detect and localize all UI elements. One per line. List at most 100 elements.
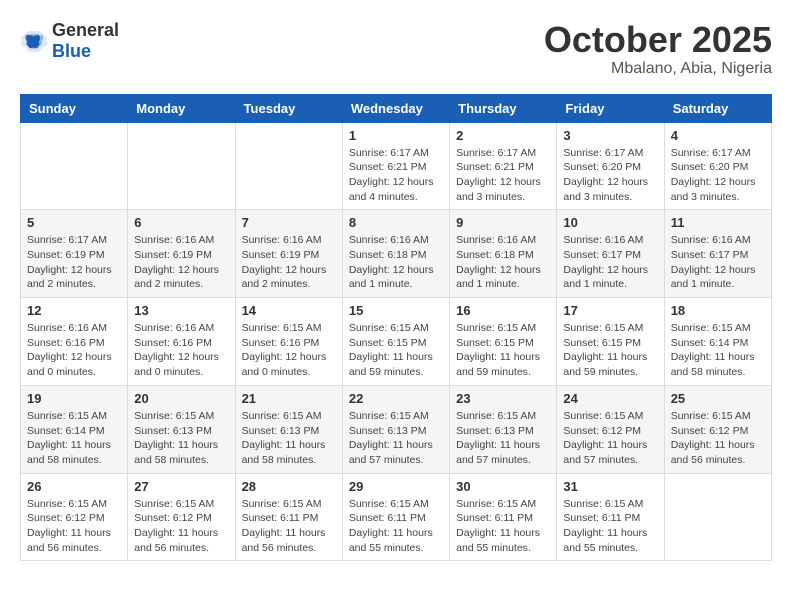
- day-info: Sunrise: 6:16 AMSunset: 6:16 PMDaylight:…: [27, 321, 121, 380]
- day-info: Sunrise: 6:15 AMSunset: 6:11 PMDaylight:…: [242, 497, 336, 556]
- day-number: 31: [563, 479, 657, 494]
- col-saturday: Saturday: [664, 94, 771, 122]
- day-info: Sunrise: 6:17 AMSunset: 6:19 PMDaylight:…: [27, 233, 121, 292]
- day-cell-8: 8Sunrise: 6:16 AMSunset: 6:18 PMDaylight…: [342, 210, 449, 298]
- empty-cell: [128, 122, 235, 210]
- day-number: 30: [456, 479, 550, 494]
- weekday-row: Sunday Monday Tuesday Wednesday Thursday…: [21, 94, 772, 122]
- day-info: Sunrise: 6:15 AMSunset: 6:15 PMDaylight:…: [349, 321, 443, 380]
- day-number: 14: [242, 303, 336, 318]
- day-cell-14: 14Sunrise: 6:15 AMSunset: 6:16 PMDayligh…: [235, 298, 342, 386]
- day-number: 25: [671, 391, 765, 406]
- day-cell-25: 25 Sunrise: 6:15 AMSunset: 6:12 PMDayligh…: [664, 385, 771, 473]
- day-info: Sunrise: 6:17 AMSunset: 6:20 PMDaylight:…: [671, 146, 765, 205]
- day-cell-17: 17Sunrise: 6:15 AMSunset: 6:15 PMDayligh…: [557, 298, 664, 386]
- empty-cell: [21, 122, 128, 210]
- day-info: Sunrise: 6:16 AMSunset: 6:19 PMDaylight:…: [134, 233, 228, 292]
- day-number: 5: [27, 215, 121, 230]
- day-cell-3: 3Sunrise: 6:17 AMSunset: 6:20 PMDaylight…: [557, 122, 664, 210]
- day-info: Sunrise: 6:15 AMSunset: 6:14 PMDaylight:…: [671, 321, 765, 380]
- day-cell-31: 31 Sunrise: 6:15 AMSunset: 6:11 PMDayligh…: [557, 473, 664, 561]
- day-info: Sunrise: 6:15 AMSunset: 6:13 PMDaylight:…: [134, 409, 228, 468]
- day-info: Sunrise: 6:16 AMSunset: 6:18 PMDaylight:…: [456, 233, 550, 292]
- week-row-3: 12 Sunrise: 6:16 AMSunset: 6:16 PMDayligh…: [21, 298, 772, 386]
- logo-blue: Blue: [52, 41, 91, 61]
- day-number: 12: [27, 303, 121, 318]
- day-number: 24: [563, 391, 657, 406]
- day-info: Sunrise: 6:16 AMSunset: 6:18 PMDaylight:…: [349, 233, 443, 292]
- day-info: Sunrise: 6:17 AMSunset: 6:20 PMDaylight:…: [563, 146, 657, 205]
- day-number: 29: [349, 479, 443, 494]
- day-cell-30: 30Sunrise: 6:15 AMSunset: 6:11 PMDayligh…: [450, 473, 557, 561]
- day-cell-1: 1Sunrise: 6:17 AMSunset: 6:21 PMDaylight…: [342, 122, 449, 210]
- day-cell-9: 9 Sunrise: 6:16 AMSunset: 6:18 PMDaylight…: [450, 210, 557, 298]
- day-info: Sunrise: 6:16 AMSunset: 6:17 PMDaylight:…: [671, 233, 765, 292]
- col-sunday: Sunday: [21, 94, 128, 122]
- day-number: 4: [671, 128, 765, 143]
- day-number: 9: [456, 215, 550, 230]
- day-cell-24: 24 Sunrise: 6:15 AMSunset: 6:12 PMDayligh…: [557, 385, 664, 473]
- empty-cell: [235, 122, 342, 210]
- day-info: Sunrise: 6:17 AMSunset: 6:21 PMDaylight:…: [456, 146, 550, 205]
- col-wednesday: Wednesday: [342, 94, 449, 122]
- day-cell-13: 13 Sunrise: 6:16 AMSunset: 6:16 PMDayligh…: [128, 298, 235, 386]
- day-cell-7: 7 Sunrise: 6:16 AMSunset: 6:19 PMDaylight…: [235, 210, 342, 298]
- day-info: Sunrise: 6:15 AMSunset: 6:15 PMDaylight:…: [456, 321, 550, 380]
- day-cell-4: 4 Sunrise: 6:17 AMSunset: 6:20 PMDaylight…: [664, 122, 771, 210]
- day-info: Sunrise: 6:15 AMSunset: 6:15 PMDaylight:…: [563, 321, 657, 380]
- day-info: Sunrise: 6:15 AMSunset: 6:13 PMDaylight:…: [349, 409, 443, 468]
- day-cell-29: 29 Sunrise: 6:15 AMSunset: 6:11 PMDayligh…: [342, 473, 449, 561]
- day-number: 13: [134, 303, 228, 318]
- day-number: 22: [349, 391, 443, 406]
- logo-icon: [20, 27, 48, 55]
- day-info: Sunrise: 6:16 AMSunset: 6:17 PMDaylight:…: [563, 233, 657, 292]
- day-info: Sunrise: 6:15 AMSunset: 6:12 PMDaylight:…: [563, 409, 657, 468]
- logo-general: General: [52, 20, 119, 40]
- logo: General Blue: [20, 20, 119, 62]
- week-row-4: 19 Sunrise: 6:15 AMSunset: 6:14 PMDayligh…: [21, 385, 772, 473]
- day-number: 21: [242, 391, 336, 406]
- day-info: Sunrise: 6:15 AMSunset: 6:12 PMDaylight:…: [134, 497, 228, 556]
- col-friday: Friday: [557, 94, 664, 122]
- month-title: October 2025: [544, 20, 772, 60]
- day-info: Sunrise: 6:15 AMSunset: 6:13 PMDaylight:…: [456, 409, 550, 468]
- day-number: 15: [349, 303, 443, 318]
- col-monday: Monday: [128, 94, 235, 122]
- day-number: 16: [456, 303, 550, 318]
- day-info: Sunrise: 6:16 AMSunset: 6:19 PMDaylight:…: [242, 233, 336, 292]
- day-cell-15: 15 Sunrise: 6:15 AMSunset: 6:15 PMDayligh…: [342, 298, 449, 386]
- day-info: Sunrise: 6:15 AMSunset: 6:12 PMDaylight:…: [27, 497, 121, 556]
- day-cell-26: 26 Sunrise: 6:15 AMSunset: 6:12 PMDayligh…: [21, 473, 128, 561]
- calendar-table: Sunday Monday Tuesday Wednesday Thursday…: [20, 94, 772, 562]
- location: Mbalano, Abia, Nigeria: [544, 60, 772, 78]
- day-cell-23: 23Sunrise: 6:15 AMSunset: 6:13 PMDayligh…: [450, 385, 557, 473]
- empty-cell: [664, 473, 771, 561]
- day-cell-16: 16 Sunrise: 6:15 AMSunset: 6:15 PMDayligh…: [450, 298, 557, 386]
- day-number: 19: [27, 391, 121, 406]
- day-info: Sunrise: 6:15 AMSunset: 6:11 PMDaylight:…: [349, 497, 443, 556]
- day-info: Sunrise: 6:15 AMSunset: 6:14 PMDaylight:…: [27, 409, 121, 468]
- day-number: 11: [671, 215, 765, 230]
- day-info: Sunrise: 6:15 AMSunset: 6:11 PMDaylight:…: [563, 497, 657, 556]
- calendar-body: 1 Sunrise: 6:17 AMSunset: 6:21 PMDaylight…: [21, 122, 772, 561]
- day-cell-2: 2 Sunrise: 6:17 AMSunset: 6:21 PMDaylight…: [450, 122, 557, 210]
- day-info: Sunrise: 6:15 AMSunset: 6:12 PMDaylight:…: [671, 409, 765, 468]
- day-number: 26: [27, 479, 121, 494]
- title-section: October 2025 Mbalano, Abia, Nigeria: [544, 20, 772, 78]
- week-row-2: 5 Sunrise: 6:17 AMSunset: 6:19 PMDaylight…: [21, 210, 772, 298]
- day-number: 18: [671, 303, 765, 318]
- day-number: 7: [242, 215, 336, 230]
- day-number: 1: [349, 128, 443, 143]
- week-row-5: 26 Sunrise: 6:15 AMSunset: 6:12 PMDayligh…: [21, 473, 772, 561]
- day-cell-28: 28Sunrise: 6:15 AMSunset: 6:11 PMDayligh…: [235, 473, 342, 561]
- calendar-header: Sunday Monday Tuesday Wednesday Thursday…: [21, 94, 772, 122]
- day-info: Sunrise: 6:16 AMSunset: 6:16 PMDaylight:…: [134, 321, 228, 380]
- day-cell-21: 21 Sunrise: 6:15 AMSunset: 6:13 PMDayligh…: [235, 385, 342, 473]
- day-cell-11: 11 Sunrise: 6:16 AMSunset: 6:17 PMDayligh…: [664, 210, 771, 298]
- day-cell-22: 22 Sunrise: 6:15 AMSunset: 6:13 PMDayligh…: [342, 385, 449, 473]
- logo-text: General Blue: [52, 20, 119, 62]
- day-cell-10: 10Sunrise: 6:16 AMSunset: 6:17 PMDayligh…: [557, 210, 664, 298]
- day-info: Sunrise: 6:15 AMSunset: 6:13 PMDaylight:…: [242, 409, 336, 468]
- col-thursday: Thursday: [450, 94, 557, 122]
- day-number: 2: [456, 128, 550, 143]
